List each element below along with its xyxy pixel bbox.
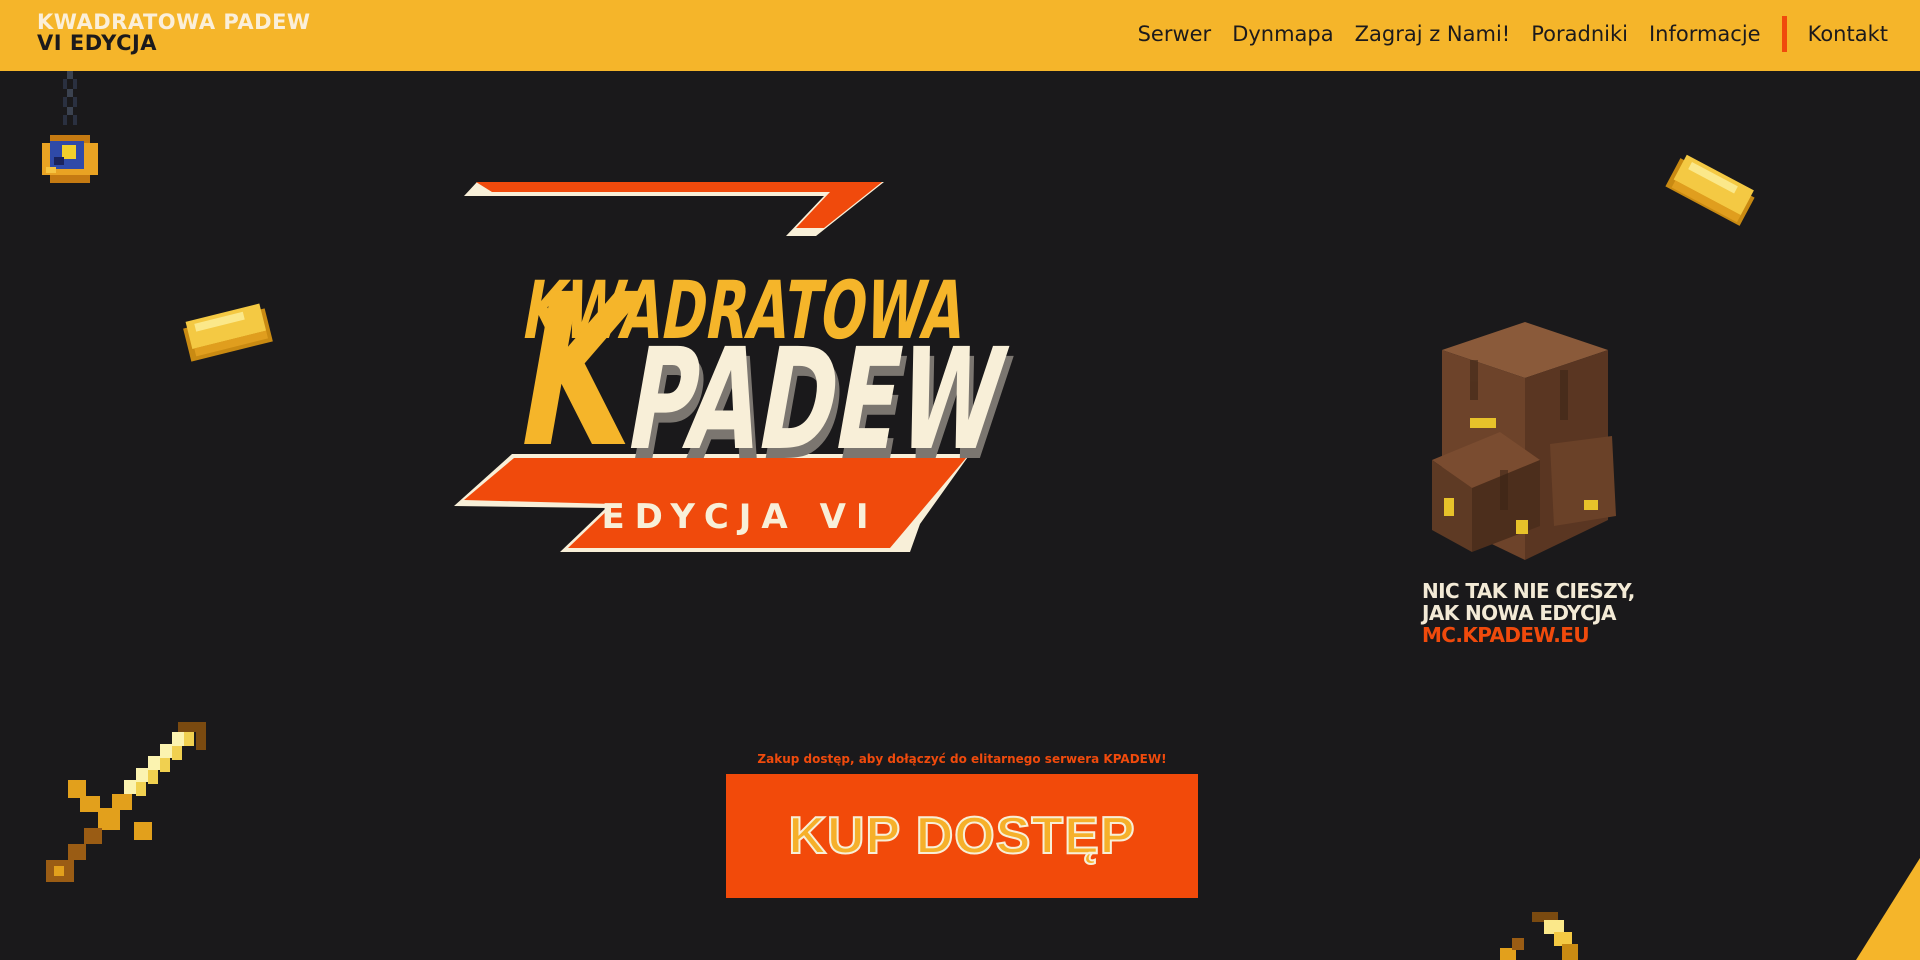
corner-accent (1856, 858, 1920, 960)
promo-server-address[interactable]: MC.KPADEW.EU (1422, 624, 1635, 646)
logo-edition: EDYCJA VI (601, 497, 878, 537)
promo-line-1: NIC TAK NIE CIESZY, (1422, 579, 1635, 603)
cta-note: Zakup dostęp, aby dołączyć do elitarnego… (757, 752, 1167, 766)
promo-line-2: JAK NOWA EDYCJA (1422, 601, 1617, 625)
nav-item-serwer[interactable]: Serwer (1138, 22, 1212, 46)
gold-pickaxe-icon (1500, 912, 1578, 960)
brand-subtitle: VI EDYCJA (37, 31, 158, 55)
nav-item-informacje[interactable]: Informacje (1649, 22, 1761, 46)
nav-item-poradniki[interactable]: Poradniki (1531, 22, 1628, 46)
backpack-icon (1432, 322, 1616, 560)
logo-word-padew: PADEW (616, 319, 1017, 482)
buy-access-label: KUP DOSTĘP (787, 806, 1136, 866)
gold-ingot-icon (1665, 154, 1755, 226)
nav-item-dynmapa[interactable]: Dynmapa (1232, 22, 1333, 46)
promo-text: NIC TAK NIE CIESZY, JAK NOWA EDYCJA MC.K… (1422, 580, 1635, 646)
brand-title: KWADRATOWA PADEW (37, 10, 311, 34)
main-nav: Serwer Dynmapa Zagraj z Nami! Poradniki … (1117, 14, 1888, 54)
amulet-icon (42, 71, 98, 183)
logo-top-stripe (464, 182, 884, 236)
site-brand[interactable]: KWADRATOWA PADEW VI EDYCJA (37, 12, 311, 54)
nav-item-kontakt[interactable]: Kontakt (1808, 22, 1888, 46)
top-navbar: KWADRATOWA PADEW VI EDYCJA Serwer Dynmap… (0, 0, 1920, 71)
edition-logo: KWADRATOWA K PADEW PADEW EDYCJA VI (454, 182, 1021, 552)
nav-divider (1781, 16, 1787, 52)
gold-sword-icon (46, 722, 206, 882)
buy-access-button[interactable]: KUP DOSTĘP (726, 774, 1198, 898)
nav-item-zagraj[interactable]: Zagraj z Nami! (1355, 22, 1511, 46)
gold-ingot-icon (183, 303, 273, 362)
